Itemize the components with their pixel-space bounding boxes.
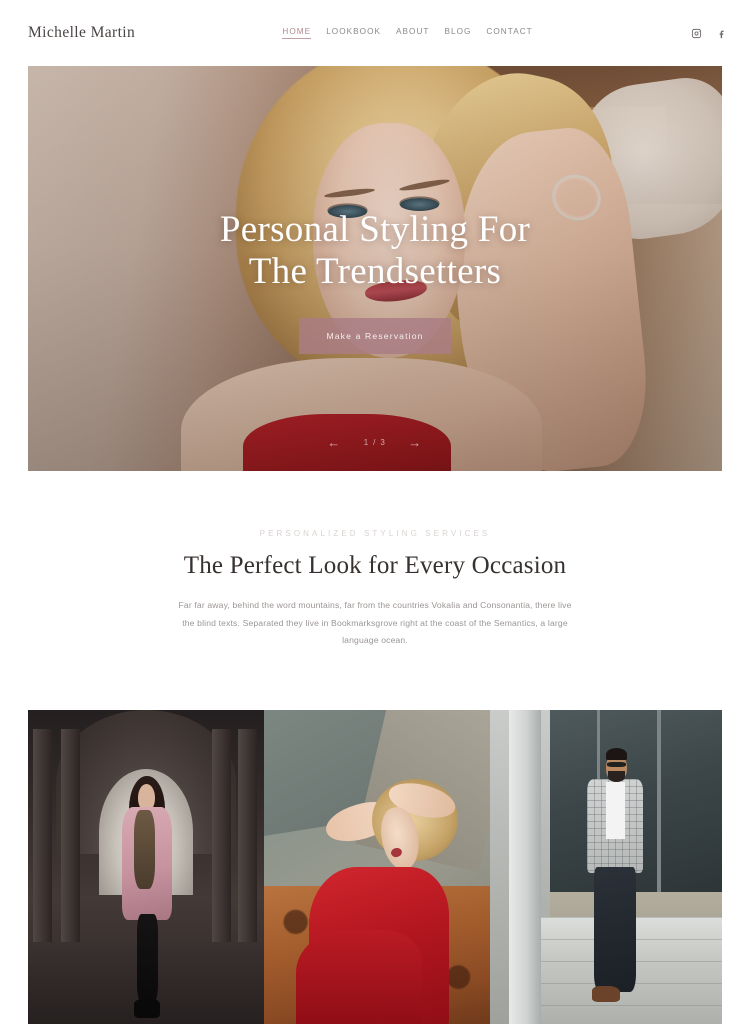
social-links <box>690 27 728 40</box>
nav-item-lookbook[interactable]: LOOKBOOK <box>326 27 381 39</box>
gallery-3-model-beard <box>608 771 625 782</box>
gallery-3-model-sunglasses <box>607 761 626 768</box>
gallery-1-model-scarf <box>134 810 156 889</box>
gallery-1-model-legs <box>136 913 158 1002</box>
nav-item-home[interactable]: HOME <box>282 27 311 39</box>
gallery-1-column <box>32 728 52 968</box>
facebook-icon[interactable] <box>715 27 728 40</box>
gallery-item-2[interactable] <box>264 709 490 1024</box>
hero-content: Personal Styling For The Trendsetters Ma… <box>28 66 722 471</box>
gallery-2-model-dress-skirt <box>295 929 423 1024</box>
slider-counter: 1 / 3 <box>363 438 387 447</box>
slider-prev-arrow-icon[interactable]: ← <box>327 436 341 449</box>
gallery-1-column <box>212 728 231 968</box>
services-copy: Far far away, behind the word mountains,… <box>178 600 572 646</box>
site-header: Michelle Martin HOME LOOKBOOK ABOUT BLOG… <box>0 0 750 66</box>
gallery-item-3[interactable] <box>490 709 722 1024</box>
services-eyebrow: PERSONALIZED STYLING SERVICES <box>259 529 491 538</box>
gallery-item-1[interactable] <box>28 709 264 1024</box>
hero-slider: Personal Styling For The Trendsetters Ma… <box>28 66 722 471</box>
services-section: PERSONALIZED STYLING SERVICES The Perfec… <box>0 471 750 650</box>
hero-title: Personal Styling For The Trendsetters <box>220 209 530 292</box>
hero-slider-controls: ← 1 / 3 → <box>28 436 722 449</box>
main-navigation: HOME LOOKBOOK ABOUT BLOG CONTACT <box>125 27 690 39</box>
instagram-icon[interactable] <box>690 27 703 40</box>
nav-item-about[interactable]: ABOUT <box>396 27 429 39</box>
brand-logo[interactable]: Michelle Martin <box>28 24 135 42</box>
gallery-3-model-shirt <box>606 782 625 839</box>
slider-next-arrow-icon[interactable]: → <box>408 436 422 449</box>
gallery-3-model-hair <box>606 747 627 761</box>
nav-item-contact[interactable]: CONTACT <box>486 27 532 39</box>
gallery-1-column <box>238 728 257 968</box>
gallery-3-window-mullion <box>657 709 661 899</box>
make-reservation-button[interactable]: Make a Reservation <box>299 317 451 354</box>
nav-item-blog[interactable]: BLOG <box>444 27 471 39</box>
gallery-1-model-shoes <box>134 998 161 1018</box>
hero-title-line-2: The Trendsetters <box>248 250 502 292</box>
gallery-3-model-pants <box>594 866 637 993</box>
services-title: The Perfect Look for Every Occasion <box>183 552 567 579</box>
hero-title-line-1: Personal Styling For <box>219 209 531 251</box>
gallery-1-column <box>61 728 80 968</box>
gallery-3-pillar <box>508 709 542 1024</box>
gallery-3-model-shoes <box>592 986 620 1002</box>
gallery-section <box>28 709 722 1024</box>
